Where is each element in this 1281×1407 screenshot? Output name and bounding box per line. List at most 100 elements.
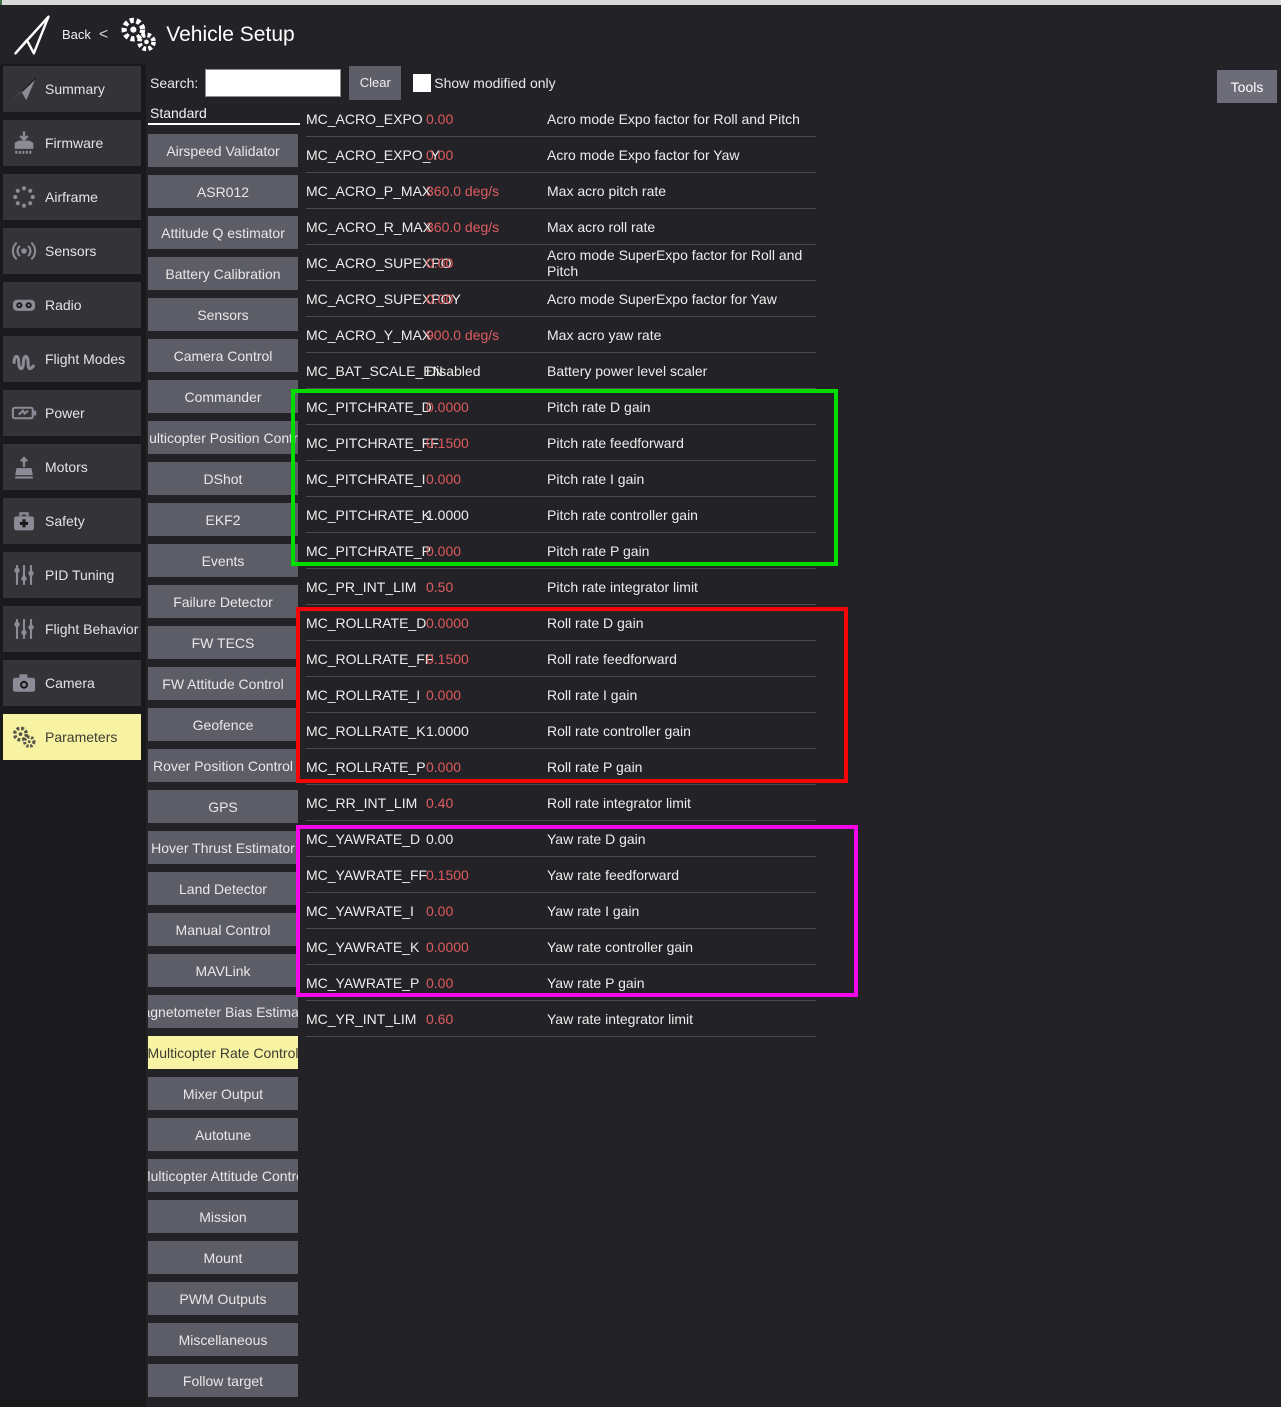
sidebar-item-label: Summary xyxy=(45,81,105,97)
category-mount[interactable]: Mount xyxy=(148,1241,298,1274)
param-name: MC_YAWRATE_FF xyxy=(306,867,426,883)
param-name: MC_YAWRATE_I xyxy=(306,903,426,919)
category-multicopter-attitude-control[interactable]: Multicopter Attitude Control xyxy=(148,1159,298,1192)
param-value: 0.50 xyxy=(426,579,547,595)
category-battery-calibration[interactable]: Battery Calibration xyxy=(148,257,298,290)
clear-button[interactable]: Clear xyxy=(349,66,401,100)
sliders-icon xyxy=(3,561,45,589)
param-description: Roll rate controller gain xyxy=(547,723,816,739)
category-airspeed-validator[interactable]: Airspeed Validator xyxy=(148,134,298,167)
sidebar-item-pid-tuning[interactable]: PID Tuning xyxy=(3,552,141,598)
category-attitude-q-estimator[interactable]: Attitude Q estimator xyxy=(148,216,298,249)
category-mixer-output[interactable]: Mixer Output xyxy=(148,1077,298,1110)
category-land-detector[interactable]: Land Detector xyxy=(148,872,298,905)
param-row-mc-yawrate-p[interactable]: MC_YAWRATE_P0.00Yaw rate P gain xyxy=(306,965,816,1001)
sidebar-item-radio[interactable]: Radio xyxy=(3,282,141,328)
category-events[interactable]: Events xyxy=(148,544,298,577)
category-manual-control[interactable]: Manual Control xyxy=(148,913,298,946)
param-row-mc-pitchrate-ff[interactable]: MC_PITCHRATE_FF0.1500Pitch rate feedforw… xyxy=(306,425,816,461)
category-autotune[interactable]: Autotune xyxy=(148,1118,298,1151)
param-row-mc-acro-supexpo[interactable]: MC_ACRO_SUPEXPO0.00Acro mode SuperExpo f… xyxy=(306,245,816,281)
sidebar-item-label: Motors xyxy=(45,459,88,475)
param-value: 900.0 deg/s xyxy=(426,327,547,343)
param-name: MC_YAWRATE_K xyxy=(306,939,426,955)
param-row-mc-pitchrate-k[interactable]: MC_PITCHRATE_K1.0000Pitch rate controlle… xyxy=(306,497,816,533)
param-row-mc-rollrate-k[interactable]: MC_ROLLRATE_K1.0000Roll rate controller … xyxy=(306,713,816,749)
sidebar-item-sensors[interactable]: Sensors xyxy=(3,228,141,274)
category-mission[interactable]: Mission xyxy=(148,1200,298,1233)
main-panel: Search: Clear Show modified only Tools S… xyxy=(146,64,1281,1407)
param-row-mc-acro-supexpoy[interactable]: MC_ACRO_SUPEXPOY0.00Acro mode SuperExpo … xyxy=(306,281,816,317)
param-row-mc-acro-expo[interactable]: MC_ACRO_EXPO0.00Acro mode Expo factor fo… xyxy=(306,101,816,137)
category-fw-attitude-control[interactable]: FW Attitude Control xyxy=(148,667,298,700)
category-dshot[interactable]: DShot xyxy=(148,462,298,495)
param-name: MC_YR_INT_LIM xyxy=(306,1011,426,1027)
param-row-mc-bat-scale-en[interactable]: MC_BAT_SCALE_ENDisabledBattery power lev… xyxy=(306,353,816,389)
sidebar-item-power[interactable]: Power xyxy=(3,390,141,436)
param-row-mc-acro-p-max[interactable]: MC_ACRO_P_MAX360.0 deg/sMax acro pitch r… xyxy=(306,173,816,209)
category-geofence[interactable]: Geofence xyxy=(148,708,298,741)
category-multicopter-position-control[interactable]: Multicopter Position Control xyxy=(148,421,298,454)
param-row-mc-acro-r-max[interactable]: MC_ACRO_R_MAX360.0 deg/sMax acro roll ra… xyxy=(306,209,816,245)
category-asr012[interactable]: ASR012 xyxy=(148,175,298,208)
param-row-mc-pitchrate-d[interactable]: MC_PITCHRATE_D0.0000Pitch rate D gain xyxy=(306,389,816,425)
param-row-mc-pitchrate-i[interactable]: MC_PITCHRATE_I0.000Pitch rate I gain xyxy=(306,461,816,497)
category-follow-target[interactable]: Follow target xyxy=(148,1364,298,1397)
param-row-mc-pitchrate-p[interactable]: MC_PITCHRATE_P0.000Pitch rate P gain xyxy=(306,533,816,569)
param-value: 0.00 xyxy=(426,255,547,271)
sidebar-item-safety[interactable]: Safety xyxy=(3,498,141,544)
tools-button[interactable]: Tools xyxy=(1217,70,1277,103)
category-magnetometer-bias-estimator[interactable]: Magnetometer Bias Estimator xyxy=(148,995,298,1028)
sidebar-item-motors[interactable]: Motors xyxy=(3,444,141,490)
param-value: 0.1500 xyxy=(426,651,547,667)
param-name: MC_ACRO_EXPO_Y xyxy=(306,147,426,163)
sidebar-item-camera[interactable]: Camera xyxy=(3,660,141,706)
param-row-mc-rollrate-p[interactable]: MC_ROLLRATE_P0.000Roll rate P gain xyxy=(306,749,816,785)
param-row-mc-yawrate-k[interactable]: MC_YAWRATE_K0.0000Yaw rate controller ga… xyxy=(306,929,816,965)
category-miscellaneous[interactable]: Miscellaneous xyxy=(148,1323,298,1356)
category-camera-control[interactable]: Camera Control xyxy=(148,339,298,372)
page-title: Vehicle Setup xyxy=(166,23,294,47)
category-fw-tecs[interactable]: FW TECS xyxy=(148,626,298,659)
category-multicopter-rate-control[interactable]: Multicopter Rate Control xyxy=(148,1036,298,1069)
param-row-mc-rollrate-d[interactable]: MC_ROLLRATE_D0.0000Roll rate D gain xyxy=(306,605,816,641)
gears-icon xyxy=(3,723,45,751)
sidebar-item-airframe[interactable]: Airframe xyxy=(3,174,141,220)
param-name: MC_BAT_SCALE_EN xyxy=(306,363,426,379)
param-row-mc-yawrate-d[interactable]: MC_YAWRATE_D0.00Yaw rate D gain xyxy=(306,821,816,857)
category-sensors[interactable]: Sensors xyxy=(148,298,298,331)
category-rover-position-control[interactable]: Rover Position Control xyxy=(148,749,298,782)
back-button[interactable]: Back xyxy=(62,27,91,42)
param-row-mc-rollrate-ff[interactable]: MC_ROLLRATE_FF0.1500Roll rate feedforwar… xyxy=(306,641,816,677)
param-row-mc-yawrate-i[interactable]: MC_YAWRATE_I0.00Yaw rate I gain xyxy=(306,893,816,929)
search-input[interactable] xyxy=(205,69,341,97)
header: Back < Vehicle Setup xyxy=(0,5,1281,64)
category-group-header: Standard xyxy=(148,101,300,125)
param-row-mc-yawrate-ff[interactable]: MC_YAWRATE_FF0.1500Yaw rate feedforward xyxy=(306,857,816,893)
param-name: MC_ACRO_Y_MAX xyxy=(306,327,426,343)
param-row-mc-rollrate-i[interactable]: MC_ROLLRATE_I0.000Roll rate I gain xyxy=(306,677,816,713)
param-value: 0.00 xyxy=(426,903,547,919)
param-row-mc-pr-int-lim[interactable]: MC_PR_INT_LIM0.50Pitch rate integrator l… xyxy=(306,569,816,605)
param-description: Max acro yaw rate xyxy=(547,327,816,343)
category-commander[interactable]: Commander xyxy=(148,380,298,413)
param-row-mc-rr-int-lim[interactable]: MC_RR_INT_LIM0.40Roll rate integrator li… xyxy=(306,785,816,821)
sidebar-item-parameters[interactable]: Parameters xyxy=(3,714,141,760)
param-value: 0.00 xyxy=(426,831,547,847)
show-modified-checkbox[interactable] xyxy=(413,74,431,92)
sidebar-item-summary[interactable]: Summary xyxy=(3,66,141,112)
param-description: Acro mode Expo factor for Yaw xyxy=(547,147,816,163)
category-mavlink[interactable]: MAVLink xyxy=(148,954,298,987)
sidebar-item-flight-modes[interactable]: Flight Modes xyxy=(3,336,141,382)
category-hover-thrust-estimator[interactable]: Hover Thrust Estimator xyxy=(148,831,298,864)
sidebar-item-flight-behavior[interactable]: Flight Behavior xyxy=(3,606,141,652)
category-pwm-outputs[interactable]: PWM Outputs xyxy=(148,1282,298,1315)
sidebar-item-firmware[interactable]: Firmware xyxy=(3,120,141,166)
category-gps[interactable]: GPS xyxy=(148,790,298,823)
param-row-mc-acro-y-max[interactable]: MC_ACRO_Y_MAX900.0 deg/sMax acro yaw rat… xyxy=(306,317,816,353)
category-failure-detector[interactable]: Failure Detector xyxy=(148,585,298,618)
param-row-mc-acro-expo-y[interactable]: MC_ACRO_EXPO_Y0.00Acro mode Expo factor … xyxy=(306,137,816,173)
category-ekf2[interactable]: EKF2 xyxy=(148,503,298,536)
param-row-mc-yr-int-lim[interactable]: MC_YR_INT_LIM0.60Yaw rate integrator lim… xyxy=(306,1001,816,1037)
param-description: Acro mode SuperExpo factor for Roll and … xyxy=(547,247,816,279)
